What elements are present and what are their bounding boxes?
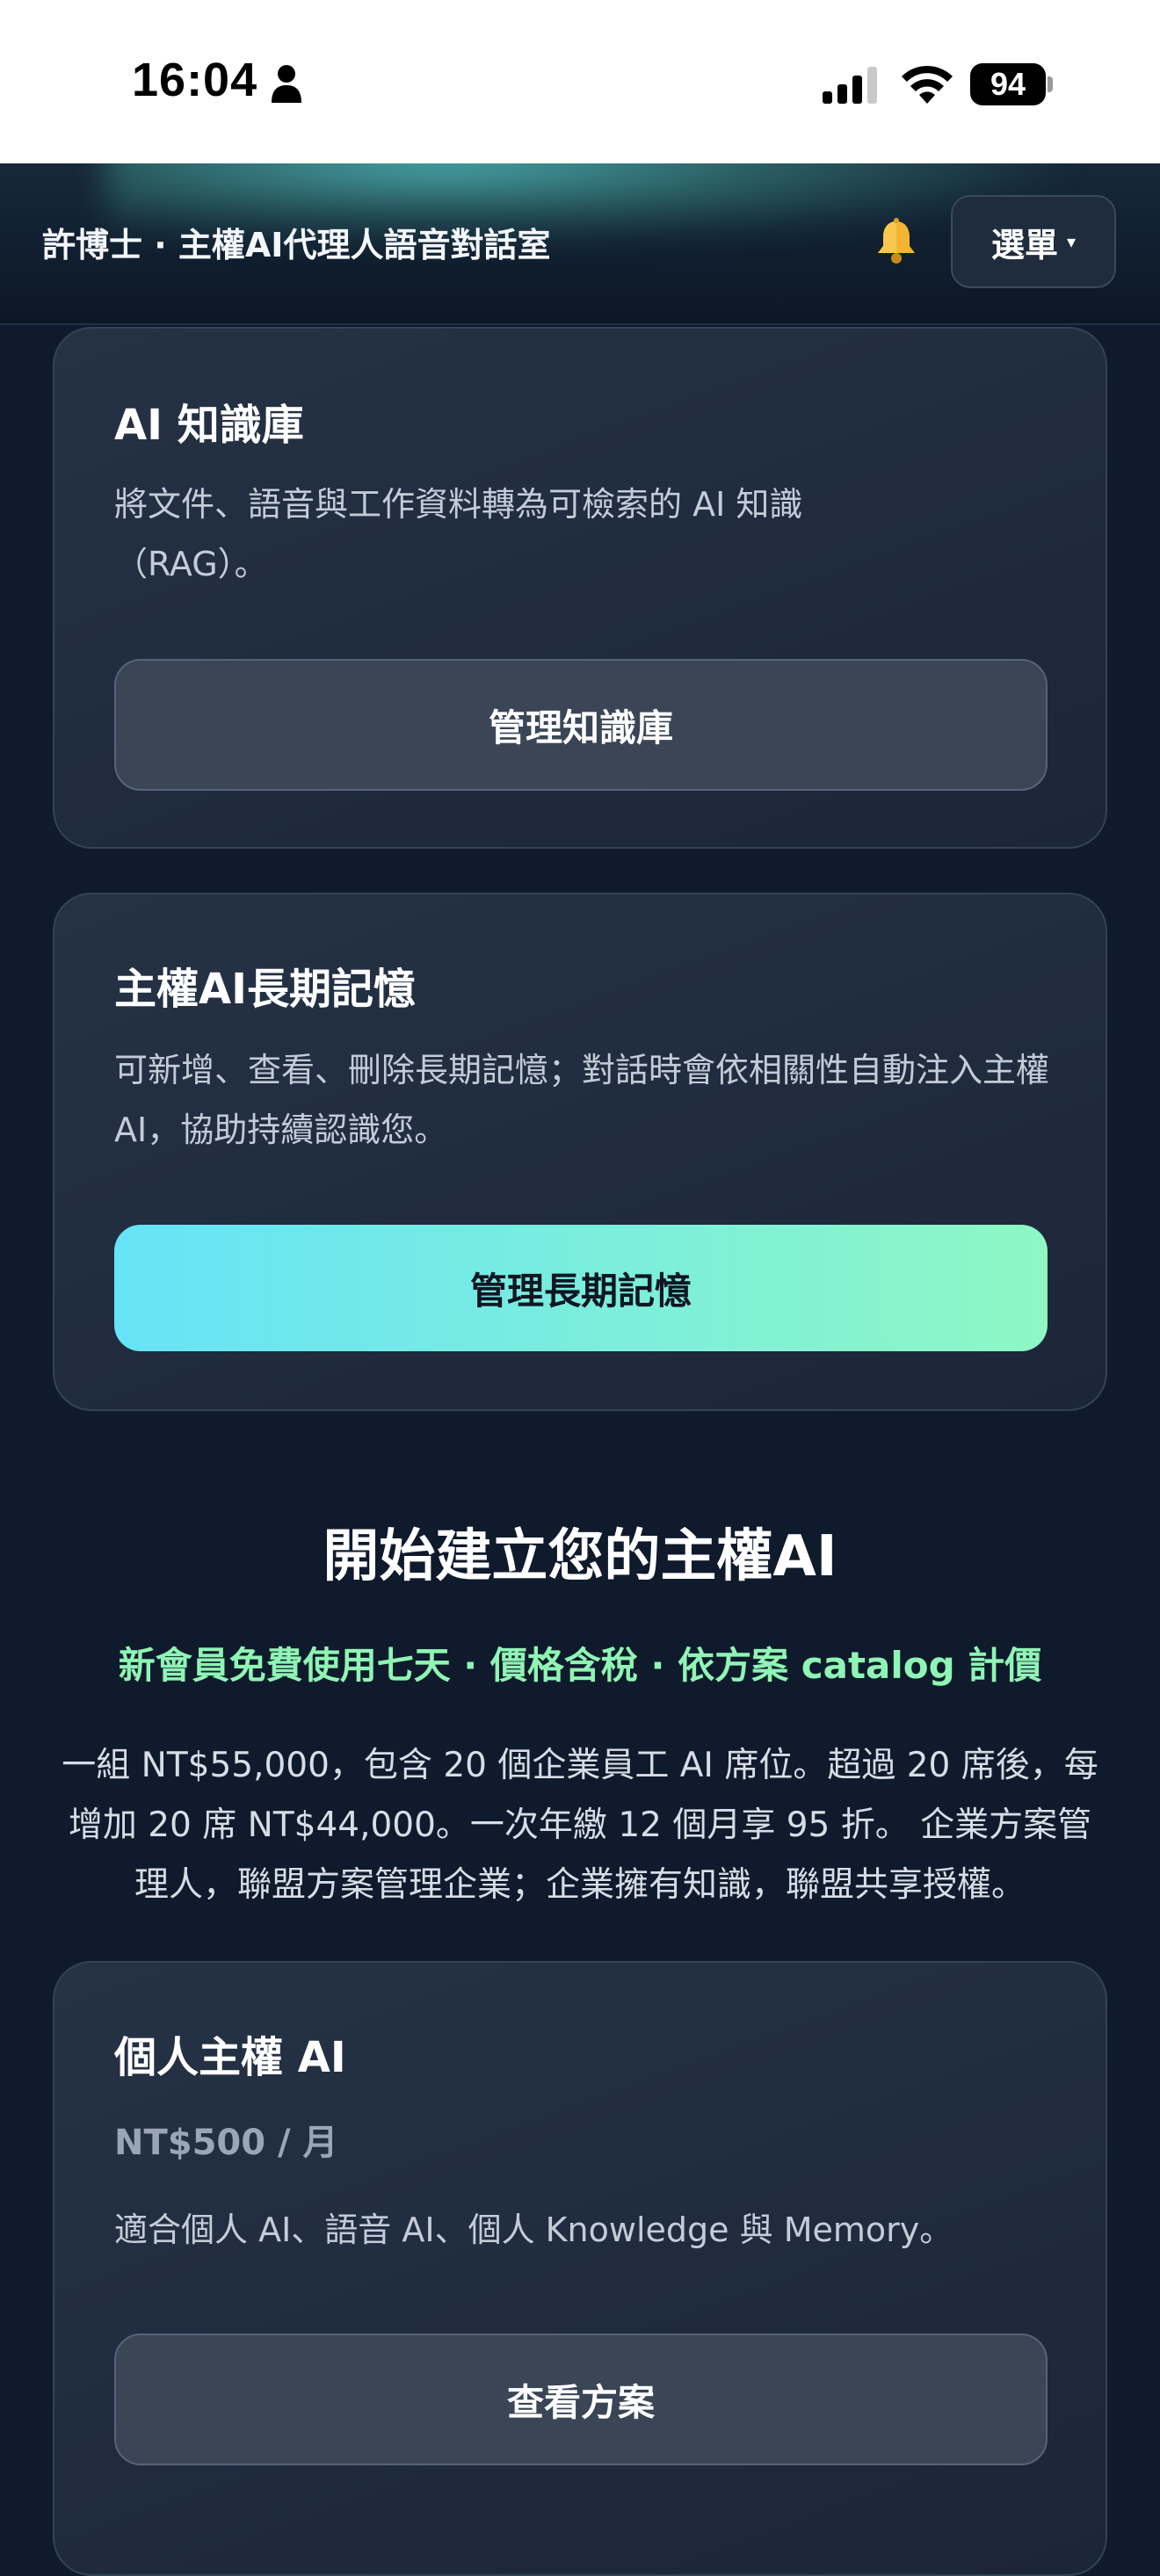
chevron-down-icon: ▾ <box>1066 231 1077 252</box>
battery-cap <box>1048 76 1053 92</box>
menu-button[interactable]: 選單 ▾ <box>951 195 1116 288</box>
status-time: 16:04 <box>132 54 258 106</box>
manage-knowledge-button[interactable]: 管理知識庫 <box>114 659 1048 791</box>
pricing-promo: 新會員免費使用七天 · 價格含稅 · 依方案 catalog 計價 <box>118 1644 1042 1687</box>
bell-icon[interactable] <box>872 216 921 265</box>
wifi-icon <box>902 65 953 104</box>
knowledge-base-card: AI 知識庫 將文件、語音與工作資料轉為可檢索的 AI 知識（RAG）。 管理知… <box>53 327 1107 849</box>
manage-knowledge-label: 管理知識庫 <box>488 706 673 749</box>
long-term-memory-card: 主權AI長期記憶 可新增、查看、刪除長期記憶；對話時會依相關性自動注入主權AI，… <box>53 893 1107 1411</box>
page-title: 許博士 · 主權AI代理人語音對話室 <box>42 226 551 264</box>
view-plan-button[interactable]: 查看方案 <box>114 2334 1048 2465</box>
app-header: 許博士 · 主權AI代理人語音對話室 選單 ▾ <box>0 163 1160 325</box>
long-term-memory-title: 主權AI長期記憶 <box>114 965 417 1014</box>
manage-memory-label: 管理長期記憶 <box>469 1269 692 1313</box>
personal-plan-description: 適合個人 AI、語音 AI、個人 Knowledge 與 Memory。 <box>114 2211 953 2249</box>
pricing-description: 一組 NT$55,000，包含 20 個企業員工 AI 席位。超過 20 席後，… <box>62 1746 1098 1905</box>
knowledge-base-title: AI 知識庫 <box>114 401 304 450</box>
person-icon <box>272 65 301 103</box>
battery-level: 94 <box>970 63 1046 105</box>
personal-plan-price: NT$500 / 月 <box>114 2123 338 2163</box>
manage-memory-button[interactable]: 管理長期記憶 <box>114 1225 1048 1351</box>
personal-plan-title: 個人主權 AI <box>114 2033 346 2082</box>
personal-plan-card: 個人主權 AI NT$500 / 月 適合個人 AI、語音 AI、個人 Know… <box>53 1961 1107 2576</box>
knowledge-base-description: 將文件、語音與工作資料轉為可檢索的 AI 知識（RAG）。 <box>114 485 803 583</box>
view-plan-label: 查看方案 <box>506 2380 655 2424</box>
pricing-title: 開始建立您的主權AI <box>323 1524 837 1589</box>
status-bar: 16:04 94 <box>0 0 1160 163</box>
long-term-memory-description: 可新增、查看、刪除長期記憶；對話時會依相關性自動注入主權AI，協助持續認識您。 <box>114 1051 1050 1149</box>
cellular-signal-icon <box>823 67 877 104</box>
battery-indicator: 94 <box>970 63 1053 105</box>
menu-button-label: 選單 <box>990 225 1058 264</box>
